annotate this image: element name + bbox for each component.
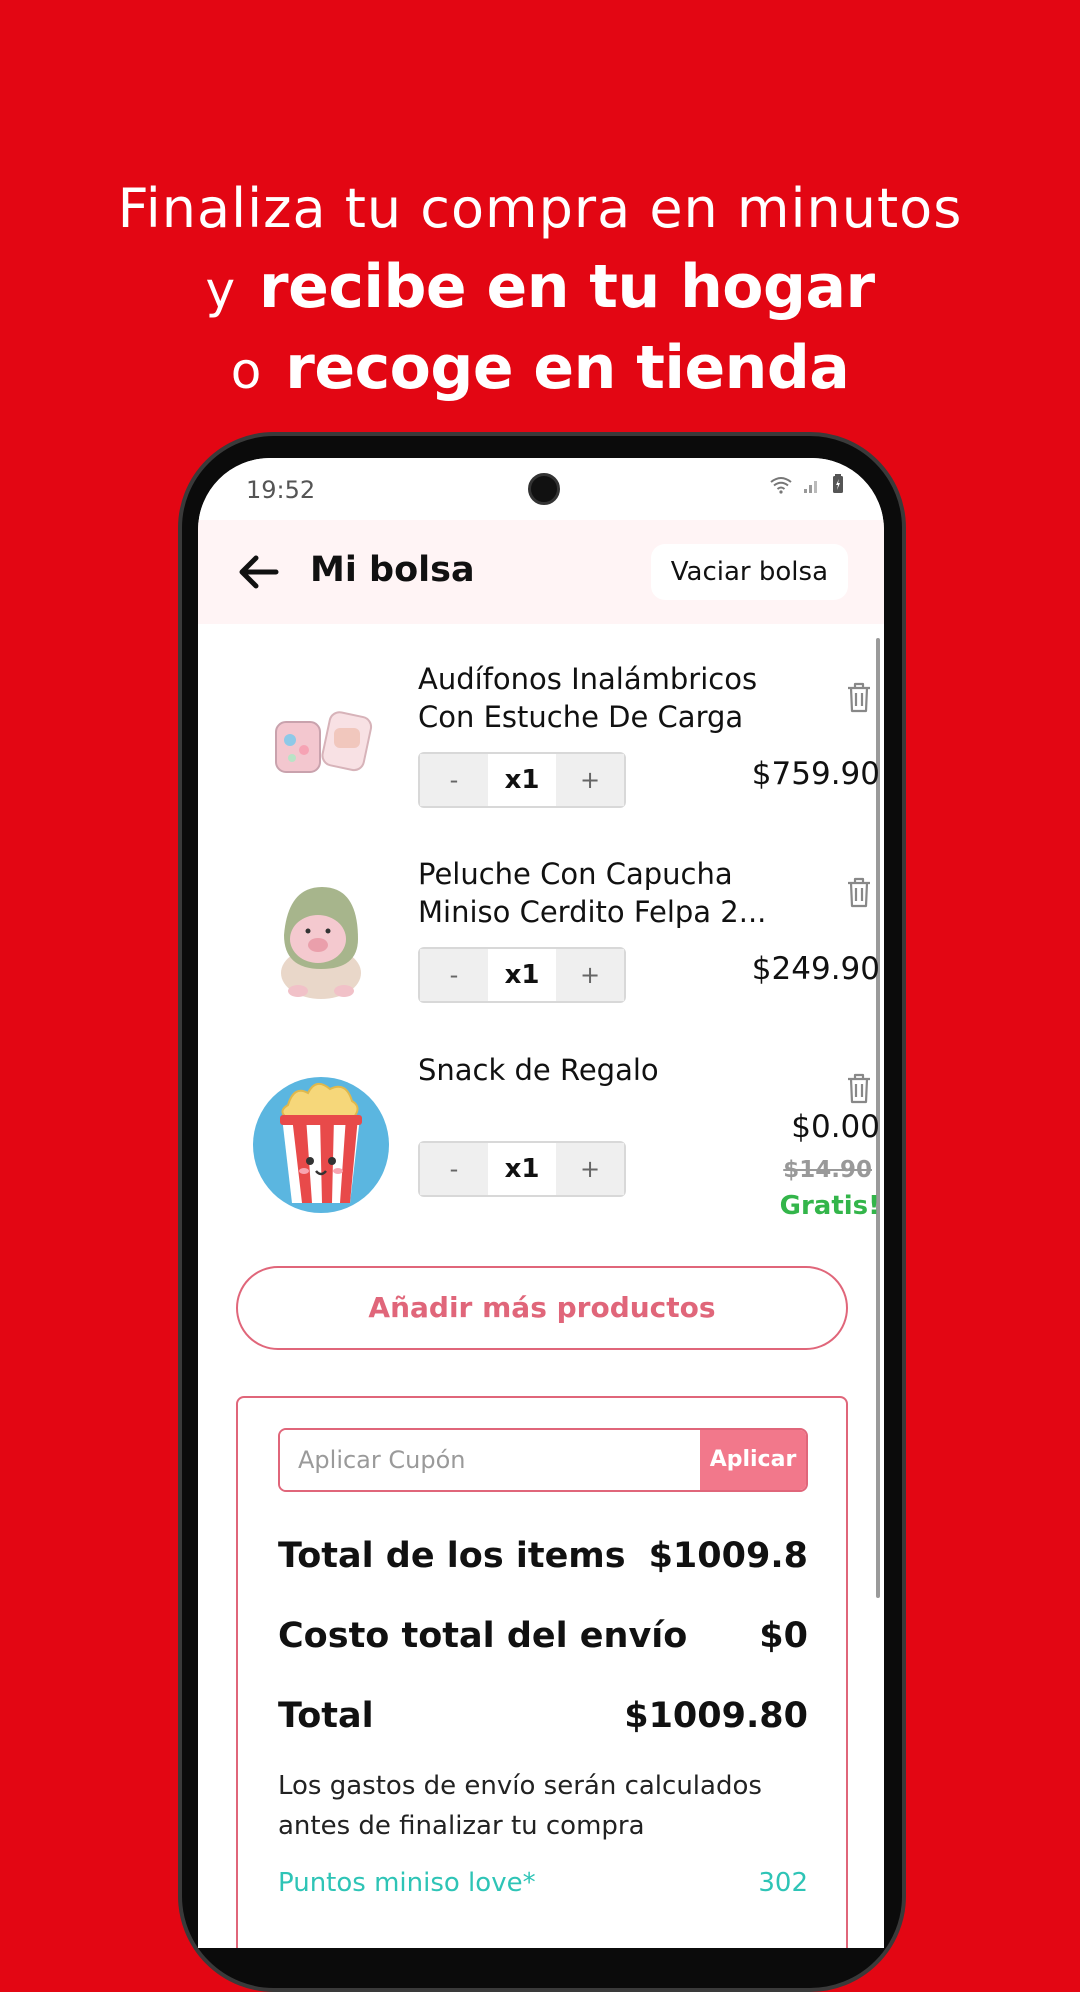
product-image-plush[interactable]	[246, 865, 396, 1015]
free-badge: Gratis!	[779, 1191, 880, 1221]
promo-line-3: o recoge en tienda	[0, 329, 1080, 410]
item-price: $759.90	[751, 756, 880, 792]
decrease-button[interactable]: -	[420, 1143, 488, 1195]
items-total-value: $1009.8	[648, 1536, 808, 1576]
promo-headline: Finaliza tu compra en minutos y recibe en…	[0, 170, 1080, 410]
quantity-stepper: - x1 +	[418, 752, 626, 808]
shipping-note: Los gastos de envío serán calculados ant…	[278, 1771, 762, 1841]
increase-button[interactable]: +	[556, 949, 624, 1001]
original-price: $14.90	[783, 1157, 872, 1183]
trash-icon[interactable]	[844, 1071, 874, 1105]
wifi-icon	[770, 475, 803, 500]
quantity-stepper: - x1 +	[418, 947, 626, 1003]
apply-coupon-button[interactable]: Aplicar	[700, 1430, 806, 1490]
quantity-value: x1	[488, 949, 556, 1001]
cart-item: Snack de Regalo - x1 + $0.00 $14.90 Grat…	[198, 1051, 884, 1281]
increase-button[interactable]: +	[556, 754, 624, 806]
shipping-value: $0	[759, 1616, 808, 1656]
promo-line-2-bold: recibe en tu hogar	[259, 252, 875, 322]
item-name[interactable]: Peluche Con Capucha Miniso Cerdito Felpa…	[418, 855, 778, 931]
cart-item: Audífonos Inalámbricos Con Estuche De Ca…	[198, 660, 884, 850]
trash-icon[interactable]	[844, 680, 874, 714]
quantity-value: x1	[488, 754, 556, 806]
points-value: 302	[758, 1868, 808, 1898]
status-bar: 19:52	[198, 458, 884, 520]
promo-line-3-prefix: o	[230, 342, 262, 400]
item-name[interactable]: Snack de Regalo	[418, 1051, 778, 1089]
shipping-label: Costo total del envío	[278, 1616, 688, 1656]
page-title: Mi bolsa	[310, 550, 475, 590]
promo-line-1: Finaliza tu compra en minutos	[117, 177, 963, 240]
promo-line-2: y recibe en tu hogar	[0, 248, 1080, 329]
coupon-field: Aplicar	[278, 1428, 808, 1492]
add-more-products-button[interactable]: Añadir más productos	[236, 1266, 848, 1350]
clear-bag-button[interactable]: Vaciar bolsa	[650, 544, 848, 600]
increase-button[interactable]: +	[556, 1143, 624, 1195]
back-arrow-icon[interactable]	[236, 552, 280, 592]
signal-icon	[803, 475, 832, 500]
camera-cutout	[528, 473, 560, 505]
item-price: $249.90	[751, 951, 880, 987]
app-header: Mi bolsa Vaciar bolsa	[198, 520, 884, 624]
quantity-value: x1	[488, 1143, 556, 1195]
cart-item: Peluche Con Capucha Miniso Cerdito Felpa…	[198, 855, 884, 1045]
points-row: Puntos miniso love* 302	[278, 1868, 808, 1898]
coupon-input[interactable]	[280, 1430, 700, 1490]
promo-line-3-bold: recoge en tienda	[285, 333, 850, 403]
product-image-earbuds[interactable]	[246, 670, 396, 820]
status-icons	[770, 474, 844, 500]
items-total-label: Total de los items	[278, 1536, 626, 1576]
quantity-stepper: - x1 +	[418, 1141, 626, 1197]
product-image-popcorn[interactable]	[246, 1067, 396, 1217]
order-summary: Aplicar Total de los items $1009.8 Costo…	[236, 1396, 848, 1948]
total-label: Total	[278, 1696, 374, 1736]
status-time: 19:52	[246, 476, 316, 504]
promo-line-2-prefix: y	[205, 261, 236, 319]
points-label: Puntos miniso love*	[278, 1868, 536, 1898]
decrease-button[interactable]: -	[420, 754, 488, 806]
decrease-button[interactable]: -	[420, 949, 488, 1001]
total-value: $1009.80	[624, 1696, 808, 1736]
item-price: $0.00	[791, 1109, 880, 1145]
trash-icon[interactable]	[844, 875, 874, 909]
battery-icon	[832, 474, 844, 500]
phone-screen: 19:52 Mi bolsa Vaciar bolsa Audífonos In…	[198, 458, 884, 1948]
